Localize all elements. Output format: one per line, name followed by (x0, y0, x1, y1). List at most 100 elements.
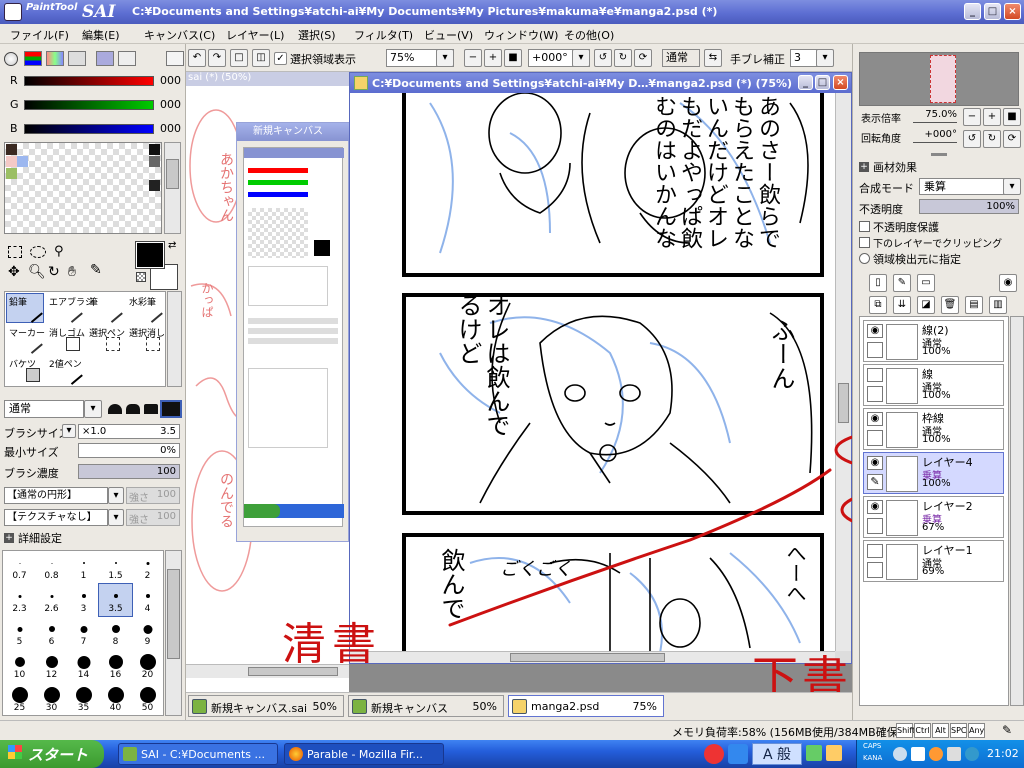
layer-lock-checkbox[interactable] (867, 518, 883, 534)
clear-layer-icon[interactable]: ◪ (917, 296, 935, 314)
lasso-icon[interactable] (30, 246, 46, 258)
color-panel-menu-button[interactable] (166, 51, 184, 66)
tool-scrollbar[interactable] (167, 291, 182, 387)
tool-marker[interactable]: マーカー (6, 324, 45, 354)
rotation-dropdown-icon[interactable]: ▾ (572, 49, 590, 67)
texture-select[interactable]: 【テクスチャなし】 (4, 509, 108, 526)
brush-shape-select[interactable]: 【通常の円形】 (4, 487, 108, 504)
tool-airbrush[interactable]: エアブラシ (46, 293, 94, 323)
rect-select-icon[interactable] (8, 246, 22, 258)
brush-size-option[interactable]: 40 (99, 683, 132, 715)
hsv-slider-toggle[interactable] (46, 51, 64, 66)
texture-strength[interactable]: 強さ 100 (126, 509, 180, 526)
brush-size-option[interactable]: 9 (131, 617, 164, 649)
clipping-checkbox[interactable] (859, 237, 870, 248)
layer-mask-icon[interactable]: ◉ (999, 274, 1017, 292)
zoom-out-icon[interactable]: − (464, 49, 482, 67)
brush-size-option[interactable]: 5 (3, 617, 36, 649)
layer-lock-checkbox[interactable] (867, 562, 883, 578)
layer-row[interactable]: ◉ レイヤー2 乗算 67% (863, 496, 1004, 538)
ime-mode[interactable]: A 般 (752, 743, 802, 765)
layer-row[interactable]: 線通常 100% (863, 364, 1004, 406)
navigator-zoom-value[interactable]: 75.0% (913, 109, 957, 123)
brush-size-option[interactable]: 10 (3, 650, 36, 682)
invert-selection-icon[interactable]: ◫ (252, 49, 270, 67)
security-icon[interactable] (929, 747, 943, 761)
merge-down-icon[interactable]: ⇊ (893, 296, 911, 314)
rotate-ccw-icon[interactable]: ↺ (594, 49, 612, 67)
task-sai[interactable]: SAI - C:¥Documents ... (118, 743, 278, 765)
brush-size-option[interactable]: 4 (131, 584, 164, 616)
tool-bucket[interactable]: バケツ (6, 355, 44, 385)
foreground-color[interactable] (135, 241, 165, 269)
tool-binary-pen[interactable]: 2値ペン (46, 355, 84, 385)
update-icon[interactable] (965, 747, 979, 761)
brush-size-option[interactable]: 2.3 (3, 584, 36, 616)
zoom-dropdown-icon[interactable]: ▾ (436, 49, 454, 67)
visibility-eye-icon[interactable]: ◉ (867, 324, 883, 338)
layer-row[interactable]: レイヤー1 通常 69% (863, 540, 1004, 582)
tool-select-pen[interactable]: 選択ペン (86, 324, 125, 354)
density-slider[interactable]: 100 (78, 464, 180, 479)
nav-rotate-cw-icon[interactable]: ↻ (983, 130, 1001, 148)
color-wheel-toggle[interactable] (4, 52, 18, 66)
detail-toggle-icon[interactable]: + (4, 533, 14, 543)
swap-colors-icon[interactable]: ⇄ (168, 240, 176, 251)
b-slider[interactable] (24, 124, 154, 134)
deselect-icon[interactable]: □ (230, 49, 248, 67)
tool-eraser[interactable]: 消しゴム (46, 324, 85, 354)
menu-window[interactable]: ウィンドウ(W) (484, 27, 558, 43)
tool-select-eraser[interactable]: 選択消し (126, 324, 165, 354)
ime-tool-icon[interactable] (806, 745, 822, 761)
maximize-button[interactable]: □ (984, 3, 1001, 20)
brush-size-option[interactable]: 14 (67, 650, 100, 682)
swatch-grid[interactable] (4, 142, 162, 234)
nav-rotate-reset-icon[interactable]: ⟳ (1003, 130, 1021, 148)
visibility-eye-icon[interactable]: ◉ (867, 412, 883, 426)
tool-pencil[interactable]: 鉛筆 (6, 293, 44, 323)
r-slider[interactable] (24, 76, 154, 86)
brush-size-option[interactable]: 3 (67, 584, 100, 616)
nav-rotate-ccw-icon[interactable]: ↺ (963, 130, 981, 148)
menu-canvas[interactable]: キャンバス(C) (144, 27, 215, 43)
zoom-reset-icon[interactable]: ■ (504, 49, 522, 67)
zoom-in-icon[interactable]: + (484, 49, 502, 67)
protect-opacity-checkbox[interactable] (859, 221, 870, 232)
min-size-slider[interactable]: 0% (78, 443, 180, 458)
brush-size-option[interactable]: 1.5 (99, 551, 132, 583)
eyedropper-icon[interactable]: ✎ (90, 262, 106, 278)
visibility-eye-icon[interactable]: ◉ (867, 500, 883, 514)
rotate-reset-icon[interactable]: ⟳ (634, 49, 652, 67)
mixer-toggle[interactable] (68, 51, 86, 66)
doc-close-button[interactable]: × (833, 75, 848, 90)
brush-size-slider[interactable]: ×1.0 3.5 (78, 424, 180, 439)
volume-icon[interactable] (947, 747, 961, 761)
new-linework-layer-icon[interactable]: ✎ (893, 274, 911, 292)
new-layer-icon[interactable]: ▯ (869, 274, 887, 292)
brush-size-option[interactable]: 2.6 (35, 584, 68, 616)
start-button[interactable]: スタート (0, 740, 104, 768)
new-folder-icon[interactable]: ▭ (917, 274, 935, 292)
blend-mode-button[interactable]: 通常 (662, 49, 700, 67)
detail-label[interactable]: 詳細設定 (18, 530, 62, 546)
g-slider[interactable] (24, 100, 154, 110)
layer-opacity-slider[interactable]: 100% (919, 199, 1019, 214)
navigator-viewport[interactable] (930, 55, 956, 103)
brush-size-option[interactable]: 3.5 (98, 583, 133, 617)
layer-lock-checkbox[interactable] (867, 430, 883, 446)
tool-brush[interactable]: 筆 (86, 293, 124, 323)
nav-zoom-out-icon[interactable]: − (963, 108, 981, 126)
network-icon[interactable] (911, 747, 925, 761)
visibility-eye-icon[interactable] (867, 368, 883, 382)
material-effect-toggle-icon[interactable]: + (859, 162, 869, 172)
menu-filter[interactable]: フィルタ(T) (354, 27, 413, 43)
menu-other[interactable]: その他(O) (564, 27, 614, 43)
texture-dropdown-icon[interactable]: ▾ (108, 509, 124, 526)
stabilizer-dropdown-icon[interactable]: ▾ (816, 49, 834, 67)
show-selection-checkbox[interactable]: ✓ (274, 52, 287, 65)
brush-size-option[interactable]: 30 (35, 683, 68, 715)
copy-layer-icon[interactable]: ⧉ (869, 296, 887, 314)
brush-tip-shapes[interactable] (106, 400, 182, 418)
doc-restore-button[interactable]: □ (815, 75, 830, 90)
menu-edit[interactable]: 編集(E) (82, 27, 120, 43)
